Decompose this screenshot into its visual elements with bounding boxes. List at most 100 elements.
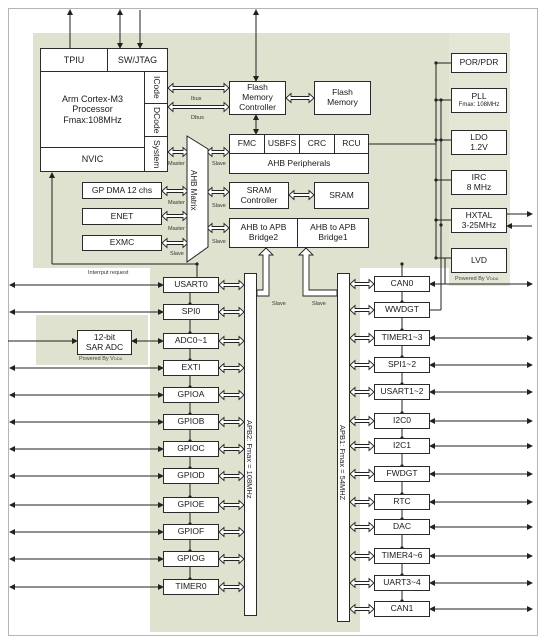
sram-block: SRAM [314, 182, 369, 209]
adc-powered-by: Powered By VDDA [79, 356, 122, 362]
cpu-block: Arm Cortex-M3 Processor Fmax:108MHz [40, 71, 145, 148]
power-block-label: POR/PDR [459, 57, 499, 68]
gp-dma-label: GP DMA 12 chs [91, 184, 153, 195]
cpu-label-1: Arm Cortex-M3 [61, 93, 123, 104]
enet-label: ENET [110, 210, 134, 221]
apb2-peripheral: SPI0 [163, 304, 219, 320]
swjtag-block: SW/JTAG [107, 48, 168, 72]
apb1-peripheral-label: USART1~2 [380, 386, 424, 397]
apb1-peripheral-label: DAC [393, 521, 411, 532]
apb1-peripheral: FWDGT [374, 466, 430, 482]
system-master-label: Master [168, 161, 185, 167]
exmc-slave-label: Slave [170, 251, 184, 257]
apb2-slave-label: Slave [272, 301, 286, 307]
apb2-peripheral: GPIOC [163, 441, 219, 457]
apb1-peripheral-label: UART3~4 [383, 577, 421, 588]
tpiu-label: TPIU [63, 54, 85, 65]
nvic-label: NVIC [81, 154, 104, 165]
apb1-peripheral-label: I2C0 [393, 415, 411, 426]
ahb-matrix-label: AHB Matrix [189, 170, 198, 211]
apb1-peripheral-label: FWDGT [386, 468, 418, 479]
exmc-label: EXMC [109, 237, 135, 248]
apb2-peripheral-label: EXTI [181, 362, 201, 373]
dbus-label: Dbus [191, 115, 204, 121]
sram-label: SRAM [329, 189, 354, 200]
apb2-peripheral: GPIOE [163, 497, 219, 513]
dma-master-label: Master [168, 200, 185, 206]
bridge1-label-2: Bridge1 [318, 232, 348, 242]
ahb-periph-usbfs: USBFS [264, 134, 300, 154]
bridge2-label-2: Bridge2 [248, 232, 279, 242]
power-block-label: LVD [471, 254, 487, 265]
power-block-2: LDO 1.2V [451, 130, 507, 155]
exmc-block: EXMC [82, 235, 162, 251]
apb1-peripheral-label: I2C1 [393, 440, 411, 451]
flash-label-2: Memory [327, 97, 358, 107]
apb2-peripheral-label: GPIOA [177, 389, 205, 400]
apb2-peripheral-label: GPIOB [177, 416, 205, 427]
system-port: System [144, 136, 168, 172]
apb2-peripheral: USART0 [163, 277, 219, 293]
apb2-peripheral-label: GPIOC [177, 443, 205, 454]
power-block-sublabel: 1.2V [470, 141, 488, 152]
apb1-peripheral-label: CAN0 [390, 278, 414, 289]
apb1-peripheral: RTC [374, 494, 430, 510]
power-block-sublabel: 3-25MHz [461, 219, 497, 230]
apb1-slave-label: Slave [312, 301, 326, 307]
flash-ctrl-label-3: Controller [239, 101, 276, 112]
power-block-5: LVD [451, 248, 507, 273]
fmc-label: FMC [237, 138, 257, 149]
apb2-peripheral: GPIOG [163, 551, 219, 567]
power-block-sublabel: 8 MHz [466, 181, 492, 192]
apb1-peripheral: CAN1 [374, 601, 430, 617]
flash-controller-block: Flash Memory Controller [229, 81, 286, 115]
power-block-sublabel: Fmax: 108MHz [458, 101, 500, 108]
apb2-peripheral-label: GPIOF [177, 526, 205, 537]
ahb-periph-crc: CRC [299, 134, 335, 154]
apb1-peripheral: TIMER4~6 [374, 548, 430, 564]
apb1-peripheral: UART3~4 [374, 575, 430, 591]
icode-port: ICode [144, 71, 168, 104]
adc-label-2: SAR ADC [85, 341, 124, 352]
apb1-peripheral: WWDGT [374, 302, 430, 318]
sram-slave-label: Slave [212, 203, 226, 209]
apb2-bus-label: APB2: Fmax = 108MHz [245, 420, 254, 499]
ahb-periph-fmc: FMC [229, 134, 265, 154]
dcode-port: DCode [144, 103, 168, 137]
adc-powered-by-text: Powered By V [79, 356, 114, 362]
bridge-slave-label: Slave [212, 239, 226, 245]
apb2-peripheral-label: GPIOD [177, 470, 205, 481]
powered-by-text: Powered By V [455, 276, 490, 282]
nvic-block: NVIC [40, 147, 145, 172]
power-block-0: POR/PDR [451, 53, 507, 73]
crc-label: CRC [307, 138, 327, 149]
ahb-peripherals-label: AHB Peripherals [267, 157, 331, 168]
apb2-peripheral: GPIOD [163, 468, 219, 484]
apb1-peripheral: I2C0 [374, 413, 430, 429]
apb1-peripheral-label: WWDGT [385, 304, 419, 315]
apb1-peripheral-label: RTC [393, 496, 411, 507]
apb2-peripheral: TIMER0 [163, 579, 219, 595]
apb1-peripheral: USART1~2 [374, 384, 430, 400]
sram-controller-block: SRAM Controller [229, 182, 289, 209]
apb1-peripheral: TIMER1~3 [374, 330, 430, 346]
apb2-peripheral: ADC0~1 [163, 333, 219, 349]
power-domain-powered-by: Powered By VDDA [455, 276, 498, 282]
apb2-peripheral: GPIOB [163, 414, 219, 430]
apb1-peripheral: SPI1~2 [374, 357, 430, 373]
gp-dma-block: GP DMA 12 chs [82, 182, 162, 199]
ibus-label: Ibus [191, 96, 202, 102]
interrupt-request-label: Interrput request [88, 270, 129, 276]
apb1-peripheral: CAN0 [374, 276, 430, 292]
tpiu-block: TPIU [40, 48, 108, 72]
apb1-bus-label: APB1: Fmax = 54MHZ [338, 425, 347, 501]
apb1-peripheral: I2C1 [374, 438, 430, 454]
apb2-peripheral-label: USART0 [174, 279, 208, 290]
enet-master-label: Master [168, 226, 185, 232]
cpu-label-3: Fmax:108MHz [63, 114, 122, 125]
flash-slave-label: Slave [212, 161, 226, 167]
apb1-peripheral-label: SPI1~2 [387, 359, 417, 370]
flash-memory-block: Flash Memory [314, 81, 371, 115]
sar-adc-block: 12-bit SAR ADC [77, 330, 132, 355]
apb2-peripheral: GPIOF [163, 524, 219, 540]
